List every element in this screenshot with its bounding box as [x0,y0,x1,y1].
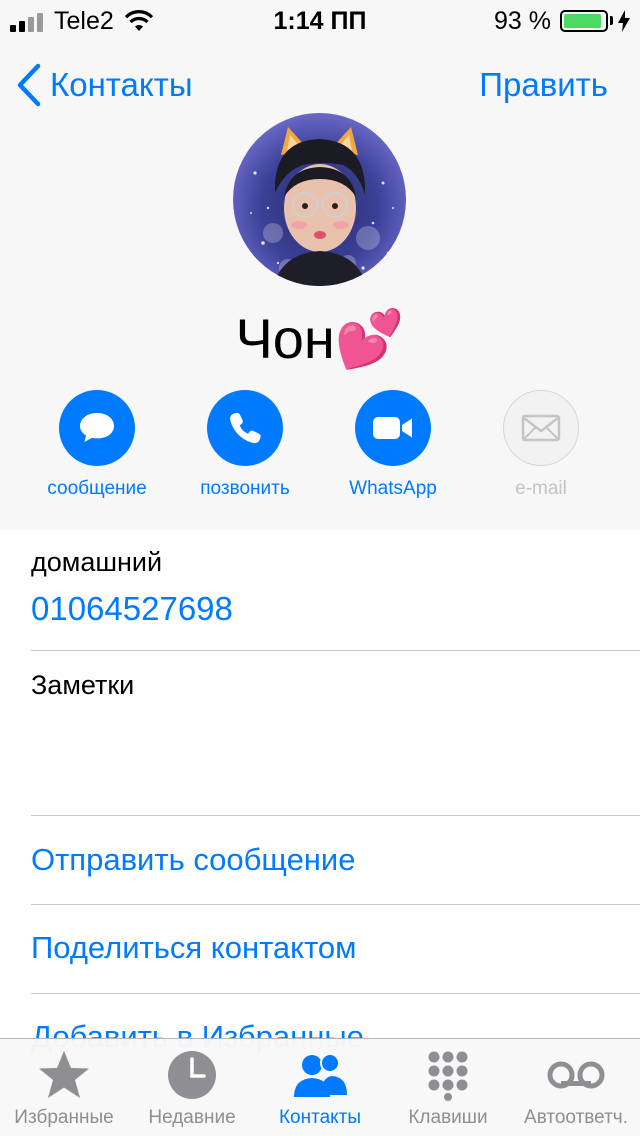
call-action-label: позвонить [200,478,290,499]
battery-icon [560,10,608,32]
share-contact-link[interactable]: Поделиться контактом [31,930,356,966]
tab-recents-label: Недавние [148,1107,236,1128]
divider [31,904,640,905]
phone-icon [207,390,283,466]
message-action-label: сообщение [47,478,147,499]
status-bar: Tele2 1:14 ПП 93 % [0,0,640,40]
tab-favorites[interactable]: Избранные [0,1039,128,1136]
call-action[interactable]: позвонить [171,390,319,500]
contact-avatar[interactable] [233,113,406,286]
edit-button[interactable]: Править [479,66,608,104]
email-action-label: e-mail [515,478,567,499]
tab-favorites-label: Избранные [14,1107,114,1128]
phone-label: домашний [31,547,163,577]
mail-icon [503,390,579,466]
video-icon [355,390,431,466]
keypad-icon [428,1051,468,1101]
divider [31,815,640,816]
tab-keypad[interactable]: Клавиши [384,1039,512,1136]
tab-voicemail-label: Автоответч. [524,1107,628,1128]
message-action[interactable]: сообщение [23,390,171,500]
divider [31,993,640,994]
contact-name: Чон💕 [235,307,405,370]
email-action: e-mail [467,390,615,500]
charging-icon [618,10,630,32]
tab-contacts-label: Контакты [278,1107,362,1128]
whatsapp-action-label: WhatsApp [349,478,437,499]
star-icon [39,1051,89,1098]
back-button[interactable]: Контакты [16,62,193,108]
avatar-photo [250,127,394,286]
back-button-label: Контакты [50,66,193,103]
divider [31,650,640,651]
quick-actions: сообщение позвонить WhatsApp e-mail [0,390,640,510]
contacts-icon [294,1053,347,1097]
whatsapp-action[interactable]: WhatsApp [319,390,467,500]
tab-keypad-label: Клавиши [408,1107,488,1128]
message-icon [59,390,135,466]
voicemail-icon [547,1061,605,1089]
tab-recents[interactable]: Недавние [128,1039,256,1136]
tab-contacts[interactable]: Контакты [256,1039,384,1136]
clock-icon [168,1051,216,1099]
tab-voicemail[interactable]: Автоответч. [512,1039,640,1136]
battery-nub [610,16,613,25]
battery-percent: 93 % [494,7,551,35]
notes-label[interactable]: Заметки [31,670,134,701]
send-message-link[interactable]: Отправить сообщение [31,842,356,878]
phone-number[interactable]: 01064527698 [31,590,233,628]
tab-bar: Избранные Недавние Контакты Клавиши Авто… [0,1038,640,1136]
chevron-left-icon [17,63,41,107]
